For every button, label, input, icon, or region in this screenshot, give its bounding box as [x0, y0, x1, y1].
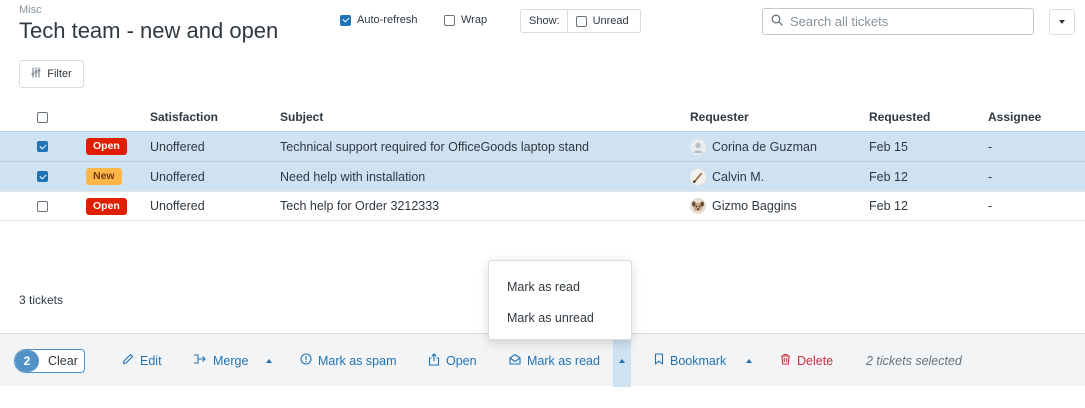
bulk-action-bar: 2 Clear Edit Merge Mark as spam Open Mar… [0, 333, 1085, 387]
merge-options-button[interactable] [261, 334, 277, 387]
show-filter: Show: Unread [520, 9, 641, 33]
requester-cell[interactable]: Calvin M. [690, 162, 764, 191]
table-row[interactable]: Open Unoffered Technical support require… [0, 131, 1085, 161]
assignee-cell: - [988, 139, 993, 154]
spam-icon [300, 353, 312, 368]
share-icon [428, 352, 440, 369]
bookmark-icon [654, 353, 664, 368]
requested-cell: Feb 12 [869, 199, 908, 213]
chevron-up-icon [746, 358, 752, 363]
menu-item-mark-as-read[interactable]: Mark as read [489, 271, 631, 302]
requester-cell[interactable]: Corina de Guzman [690, 132, 817, 161]
tickets-table: Satisfaction Subject Requester Requested… [0, 103, 1085, 221]
views-menu-button[interactable] [1049, 9, 1075, 35]
avatar [690, 168, 706, 185]
chevron-down-icon [1059, 20, 1065, 24]
requester-cell[interactable]: Gizmo Baggins [690, 192, 797, 220]
satisfaction-cell: Unoffered [150, 139, 205, 154]
column-header-requester[interactable]: Requester [690, 103, 749, 131]
requested-cell: Feb 15 [869, 139, 908, 154]
requester-name: Gizmo Baggins [712, 199, 797, 213]
trash-icon [780, 353, 791, 368]
column-header-assignee[interactable]: Assignee [988, 103, 1041, 131]
column-header-subject[interactable]: Subject [280, 103, 323, 131]
column-header-satisfaction[interactable]: Satisfaction [150, 103, 218, 131]
menu-item-mark-as-unread[interactable]: Mark as unread [489, 302, 631, 333]
merge-icon [193, 353, 207, 368]
unread-checkbox[interactable] [575, 15, 587, 27]
open-label: Open [446, 353, 477, 368]
mark-as-read-label: Mark as read [527, 353, 600, 368]
requested-cell: Feb 12 [869, 169, 908, 184]
wrap-checkbox[interactable] [444, 14, 455, 26]
envelope-open-icon [509, 353, 521, 368]
table-row[interactable]: Open Unoffered Tech help for Order 32123… [0, 191, 1085, 221]
assignee-cell: - [988, 199, 993, 213]
mark-as-read-menu: Mark as read Mark as unread [488, 260, 632, 340]
mark-as-read-options-button[interactable] [613, 334, 631, 387]
auto-refresh-label: Auto-refresh [357, 14, 418, 26]
bookmark-button[interactable]: Bookmark [654, 334, 726, 387]
search-input[interactable] [790, 14, 1020, 29]
avatar [690, 198, 706, 214]
mark-as-read-button[interactable]: Mark as read [509, 334, 600, 387]
bookmark-label: Bookmark [670, 353, 727, 368]
status-badge: Open [86, 138, 127, 155]
requester-name: Corina de Guzman [712, 139, 817, 154]
satisfaction-cell: Unoffered [150, 169, 205, 184]
auto-refresh-checkbox[interactable] [340, 14, 351, 26]
unread-label: Unread [592, 15, 629, 27]
edit-label: Edit [140, 353, 162, 368]
clear-selection-button[interactable]: Clear [39, 354, 84, 368]
table-row[interactable]: New Unoffered Need help with installatio… [0, 161, 1085, 191]
edit-button[interactable]: Edit [122, 334, 162, 387]
assignee-cell: - [988, 169, 993, 184]
show-label: Show: [521, 10, 568, 32]
status-badge: Open [86, 197, 127, 215]
ticket-count: 3 tickets [19, 293, 64, 307]
mark-as-spam-label: Mark as spam [318, 353, 397, 368]
auto-refresh-option[interactable]: Auto-refresh [340, 14, 418, 26]
row-checkbox[interactable] [37, 141, 48, 152]
filter-button[interactable]: Filter [19, 60, 84, 88]
row-checkbox[interactable] [37, 171, 48, 182]
selection-pill[interactable]: 2 Clear [14, 349, 85, 373]
requester-name: Calvin M. [712, 169, 765, 184]
row-checkbox[interactable] [37, 200, 48, 212]
page-title: Tech team - new and open [19, 18, 279, 43]
wrap-label: Wrap [461, 14, 488, 26]
avatar [690, 138, 706, 155]
select-all-cell[interactable] [37, 103, 48, 131]
merge-button[interactable]: Merge [193, 334, 248, 387]
select-all-checkbox[interactable] [37, 111, 48, 123]
search-box[interactable] [762, 8, 1034, 35]
selected-count: 2 [15, 350, 39, 372]
sliders-icon [31, 67, 41, 81]
delete-button[interactable]: Delete [780, 334, 833, 387]
search-icon [771, 13, 783, 31]
bookmark-options-button[interactable] [741, 334, 757, 387]
satisfaction-cell: Unoffered [150, 199, 205, 213]
status-badge: New [86, 168, 122, 185]
chevron-up-icon [266, 358, 272, 363]
open-button[interactable]: Open [428, 334, 477, 387]
subject-link[interactable]: Technical support required for OfficeGoo… [280, 132, 589, 161]
table-header: Satisfaction Subject Requester Requested… [0, 103, 1085, 131]
subject-link[interactable]: Need help with installation [280, 162, 425, 191]
unread-option[interactable]: Unread [568, 15, 629, 27]
pencil-icon [122, 353, 134, 368]
column-header-requested[interactable]: Requested [869, 103, 930, 131]
mark-as-spam-button[interactable]: Mark as spam [300, 334, 397, 387]
delete-label: Delete [797, 353, 834, 368]
selection-summary: 2 tickets selected [866, 353, 962, 368]
subject-link[interactable]: Tech help for Order 3212333 [280, 192, 439, 220]
filter-label: Filter [47, 68, 72, 80]
chevron-up-icon [619, 358, 625, 363]
wrap-option[interactable]: Wrap [444, 14, 487, 26]
merge-label: Merge [213, 353, 249, 368]
breadcrumb: Misc [19, 4, 42, 16]
